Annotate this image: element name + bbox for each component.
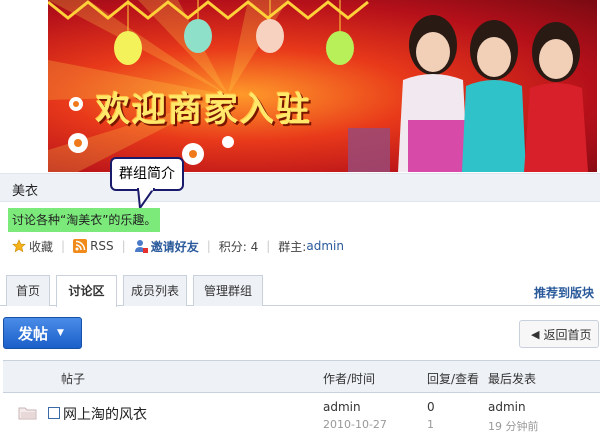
rss-label: RSS xyxy=(90,239,114,253)
thread-title-link[interactable]: 网上淘的风衣 xyxy=(63,404,147,424)
group-name: 美衣 xyxy=(12,184,39,199)
thread-checkbox[interactable] xyxy=(48,407,60,419)
group-intro-callout: 群组简介 xyxy=(110,157,184,191)
user-add-icon xyxy=(134,240,148,253)
group-tabs: 首页 讨论区 成员列表 管理群组 推荐到版块 xyxy=(0,273,600,307)
rss-icon xyxy=(73,239,88,253)
thread-table-header: 帖子 作者/时间 回复/查看 最后发表 xyxy=(3,360,600,393)
last-post-time[interactable]: 19 分钟前 xyxy=(488,418,539,434)
tab-manage[interactable]: 管理群组 xyxy=(193,275,263,306)
owner-info: 群主: admin xyxy=(278,238,344,255)
col-stats: 回复/查看 xyxy=(427,372,480,386)
owner-link[interactable]: admin xyxy=(306,239,344,253)
invite-friends-link[interactable]: 邀请好友 xyxy=(134,238,199,255)
rss-link[interactable]: RSS xyxy=(73,239,114,253)
thread-replies: 0 xyxy=(427,400,435,414)
owner-label: 群主: xyxy=(278,239,307,254)
lantern-icon xyxy=(256,19,284,53)
col-topic: 帖子 xyxy=(61,372,86,386)
tab-home[interactable]: 首页 xyxy=(6,275,50,306)
recommend-link[interactable]: 推荐到版块 xyxy=(534,284,594,301)
back-home-label: 返回首页 xyxy=(543,327,592,342)
back-home-button[interactable]: ◀ 返回首页 xyxy=(519,320,599,348)
chevron-down-icon: ▼ xyxy=(57,328,64,338)
points: 积分: 4 xyxy=(218,239,259,254)
tab-members[interactable]: 成员列表 xyxy=(123,275,187,306)
last-poster-link[interactable]: admin xyxy=(488,400,526,414)
lantern-icon xyxy=(326,31,354,65)
group-header: 美衣 xyxy=(0,173,600,202)
thread-date: 2010-10-27 xyxy=(323,418,387,431)
col-last: 最后发表 xyxy=(488,372,537,386)
lantern-icon xyxy=(114,31,142,65)
tab-discussion[interactable]: 讨论区 xyxy=(56,275,117,307)
new-post-label: 发帖 xyxy=(18,324,49,343)
col-author: 作者/时间 xyxy=(323,372,376,386)
banner-headline: 欢迎商家入驻 xyxy=(96,90,312,130)
promo-banner: 欢迎商家入驻 xyxy=(48,0,597,172)
thread-author-link[interactable]: admin xyxy=(323,400,361,414)
folder-icon xyxy=(18,407,37,420)
favorite-label: 收藏 xyxy=(29,239,54,254)
chevron-left-icon: ◀ xyxy=(531,327,540,341)
models-photo xyxy=(348,15,588,172)
favorite-link[interactable]: 收藏 xyxy=(12,238,53,255)
lantern-icon xyxy=(184,19,212,53)
table-row: 网上淘的风衣 admin 2010-10-27 0 1 admin 19 分钟前 xyxy=(3,394,600,440)
group-meta: 收藏 | RSS | 邀请好友 | 积分: 4 | 群主: admin xyxy=(12,238,352,254)
new-post-button[interactable]: 发帖 ▼ xyxy=(3,317,82,349)
star-icon xyxy=(12,239,26,253)
group-description: 讨论各种“淘美衣”的乐趣。 xyxy=(8,208,161,232)
invite-label: 邀请好友 xyxy=(150,239,199,254)
thread-views: 1 xyxy=(427,418,434,431)
